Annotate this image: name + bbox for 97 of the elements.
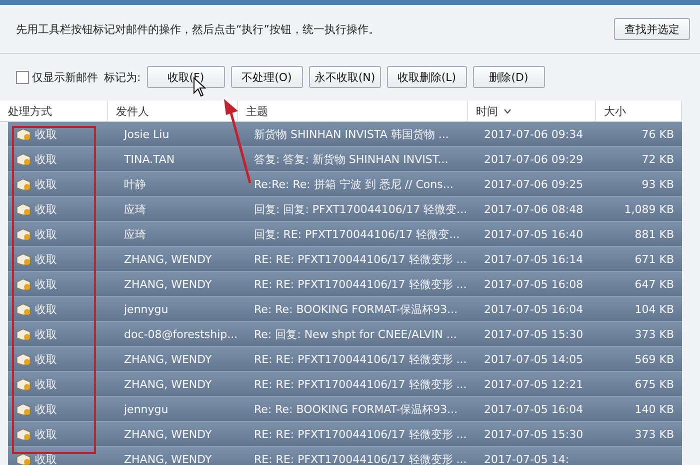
subject-cell-text: RE: RE: PFXT170044106/17 轻微变形 ...	[253, 426, 468, 442]
sender-cell-text: jennygu	[122, 302, 170, 316]
sender-cell-text: 应琦	[123, 226, 147, 242]
mail-icon	[16, 352, 31, 366]
subject-cell-text: 新货物 SHINHAN INVISTA 韩国货物 ...	[253, 126, 450, 142]
size-cell-text: 93 KB	[640, 178, 675, 190]
action-cell: 收取	[35, 276, 57, 292]
subject-cell-text: RE: RE: PFXT170044106/17 轻微变形 ...	[253, 376, 468, 392]
column-header[interactable]: 大小	[604, 104, 626, 118]
time-cell-text: 2017-07-05 16:14	[483, 252, 584, 266]
column-header[interactable]: 主题	[246, 104, 268, 118]
time-cell-text: 2017-07-05 12:21	[483, 378, 584, 390]
action-cell: 收取	[35, 152, 57, 166]
action-cell: 收取	[35, 126, 57, 142]
time-cell-text: 2017-07-06 09:34	[483, 128, 584, 140]
sender-cell-text: jennygu	[122, 402, 170, 416]
mail-icon	[16, 128, 31, 140]
sender-cell-text: TINA.TAN	[123, 152, 176, 166]
size-cell-text: 569 KB	[634, 352, 675, 366]
mail-icon	[16, 378, 31, 390]
action-cell: 收取	[35, 452, 57, 465]
column-header[interactable]: 发件人	[116, 104, 149, 118]
mark-as-label: 标记为:	[104, 70, 141, 84]
mail-icon	[16, 428, 31, 440]
action-cell: 收取	[35, 352, 57, 366]
action-cell: 收取	[35, 426, 57, 442]
instruction-text: 先用工具栏按钮标记对邮件的操作，然后点击“执行”按钮，统一执行操作。	[16, 22, 380, 36]
subject-cell-text: 答复: 答复: 新货物 SHINHAN INVIST...	[253, 152, 450, 166]
size-cell-text: 373 KB	[634, 428, 675, 440]
sender-cell-text: ZHANG, WENDY	[123, 252, 213, 266]
sender-cell-text: 叶静	[123, 176, 147, 192]
time-cell-text: 2017-07-06 09:29	[483, 152, 584, 166]
size-cell-text: 675 KB	[634, 378, 675, 390]
subject-cell-text: 回复: RE: PFXT170044106/17 轻微变...	[253, 226, 461, 242]
mail-icon	[16, 302, 31, 316]
sender-cell-text: Josie Liu	[122, 128, 170, 140]
mail-icon	[16, 202, 31, 216]
time-cell-text: 2017-07-06 09:25	[483, 178, 584, 190]
mark-button[interactable]: 不处理(O)	[230, 66, 303, 88]
size-cell-text: 76 KB	[640, 128, 675, 140]
size-cell-text: 671 KB	[634, 252, 675, 266]
action-cell: 收取	[35, 376, 57, 392]
mail-icon	[16, 178, 31, 190]
action-cell: 收取	[35, 326, 57, 342]
sender-cell-text: ZHANG, WENDY	[123, 378, 213, 390]
size-cell-text: 647 KB	[634, 278, 675, 290]
subject-cell-text: RE: RE: PFXT170044106/17 轻微变形 ...	[253, 276, 468, 292]
new-only-checkbox[interactable]	[16, 70, 29, 84]
action-cell: 收取	[35, 402, 57, 416]
sender-cell-text: ZHANG, WENDY	[123, 278, 213, 290]
subject-cell-text: Re:Re: Re: 拼箱 宁波 到 悉尼 // Cons...	[253, 176, 454, 192]
sender-cell-text: ZHANG, WENDY	[123, 452, 213, 465]
time-cell-text: 2017-07-05 14:05	[483, 352, 584, 366]
time-cell-text: 2017-07-06 08:48	[483, 202, 584, 216]
action-cell: 收取	[35, 226, 57, 242]
subject-cell-text: RE: RE: PFXT170044106/17 轻微变形 ...	[253, 252, 468, 266]
time-cell-text: 2017-07-05 16:40	[483, 228, 584, 240]
size-cell-text: 1,089 KB	[623, 202, 675, 216]
time-cell-text: 2017-07-05 15:30	[483, 428, 584, 440]
action-cell: 收取	[35, 176, 57, 192]
action-cell: 收取	[35, 302, 57, 316]
action-cell: 收取	[35, 202, 57, 216]
size-cell-text: 373 KB	[634, 328, 675, 340]
size-cell-text: 881 KB	[634, 228, 675, 240]
time-cell-text: 2017-07-05 16:08	[483, 278, 584, 290]
subject-cell-text: Re: Re: BOOKING FORMAT-保温杯93...	[253, 302, 459, 316]
column-header[interactable]: 时间	[476, 104, 498, 118]
mail-icon	[16, 328, 31, 340]
sender-cell-text: 应琦	[123, 202, 147, 216]
subject-cell-text: 回复: 回复: PFXT170044106/17 轻微变...	[253, 202, 468, 216]
action-cell: 收取	[35, 252, 57, 266]
subject-cell-text: RE: RE: PFXT170044106/17 轻微变形 ...	[253, 452, 468, 465]
sender-cell-text: doc-08@forestship...	[123, 328, 239, 340]
find-select-button[interactable]: 查找并选定	[614, 18, 690, 40]
sender-cell-text: ZHANG, WENDY	[123, 428, 213, 440]
time-cell-text: 2017-07-05 15:30	[483, 328, 584, 340]
checkbox-label: 仅显示新邮件	[32, 70, 98, 84]
time-cell-text: 2017-07-05 14:	[483, 452, 570, 465]
mail-icon	[16, 402, 31, 416]
subject-cell-text: Re: 回复: New shpt for CNEE/ALVIN ...	[253, 326, 458, 342]
mail-icon	[16, 278, 31, 290]
subject-cell-text: RE: RE: PFXT170044106/17 轻微变形 ...	[253, 352, 468, 366]
size-cell-text: 104 KB	[634, 302, 675, 316]
mail-icon	[16, 228, 31, 240]
mail-icon	[16, 152, 31, 166]
subject-cell-text: Re: Re: BOOKING FORMAT-保温杯93...	[253, 402, 459, 416]
mark-button[interactable]: 永不收取(N)	[308, 66, 381, 88]
mark-button[interactable]: 删除(D)	[472, 66, 545, 88]
size-cell-text: 140 KB	[634, 402, 675, 416]
mail-icon	[16, 452, 31, 465]
time-cell-text: 2017-07-05 16:04	[483, 402, 584, 416]
mark-button[interactable]: 收取删除(L)	[386, 66, 467, 88]
mail-icon	[16, 252, 31, 266]
sender-cell-text: ZHANG, WENDY	[123, 352, 213, 366]
size-cell-text: 72 KB	[640, 152, 675, 166]
column-header[interactable]: 处理方式	[8, 104, 52, 118]
time-cell-text: 2017-07-05 16:04	[483, 302, 584, 316]
